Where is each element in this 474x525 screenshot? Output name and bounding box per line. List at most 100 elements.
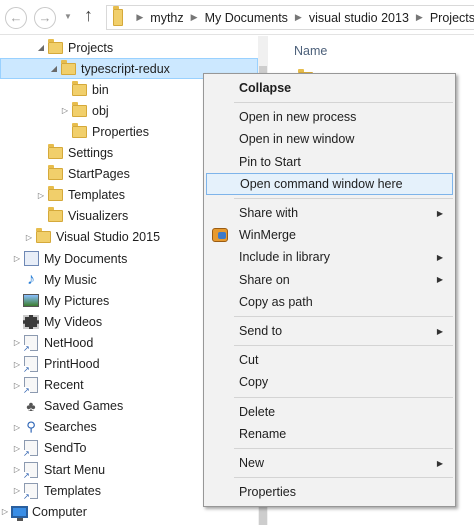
collapsed-arrow-icon[interactable]: ▷ xyxy=(12,360,22,369)
menu-item-label: Open command window here xyxy=(240,176,403,191)
breadcrumb-separator-icon[interactable]: ▶ xyxy=(416,12,423,23)
tree-item-projects[interactable]: ◢ Projects xyxy=(0,37,258,58)
up-button[interactable]: ↑ xyxy=(84,5,93,26)
folder-icon xyxy=(47,38,63,54)
menu-item-copy-as-path[interactable]: Copy as path xyxy=(206,291,453,313)
collapsed-arrow-icon[interactable]: ▷ xyxy=(12,254,22,263)
menu-item-delete[interactable]: Delete xyxy=(206,401,453,423)
breadcrumb-my-documents[interactable]: My Documents xyxy=(205,11,288,25)
arrow-right-icon: → xyxy=(38,10,52,25)
forward-button[interactable]: → xyxy=(34,7,56,29)
collapsed-arrow-icon[interactable]: ▷ xyxy=(12,423,22,432)
tree-item-icon-wrap xyxy=(59,59,77,75)
pictures-icon xyxy=(23,294,39,308)
menu-item-share-on[interactable]: Share on ▶ xyxy=(206,269,453,291)
arrow-left-icon: ← xyxy=(9,10,23,25)
tree-item-label: typescript-redux xyxy=(81,61,170,76)
folder-icon xyxy=(47,186,63,202)
submenu-arrow-icon: ▶ xyxy=(436,252,443,262)
collapsed-arrow-icon[interactable]: ▷ xyxy=(12,338,22,347)
tree-item-icon-wrap xyxy=(46,144,64,159)
shortcut-folder-icon xyxy=(23,461,38,480)
menu-separator xyxy=(234,102,453,104)
tree-item-icon-wrap xyxy=(22,482,40,501)
collapsed-arrow-icon[interactable]: ▷ xyxy=(24,233,34,242)
menu-item-label: Open in new window xyxy=(239,132,355,147)
breadcrumb-projects[interactable]: Projects xyxy=(430,11,474,25)
menu-item-cut[interactable]: Cut xyxy=(206,349,453,371)
column-header-name[interactable]: Name xyxy=(294,44,327,58)
tree-item-label: Start Menu xyxy=(44,462,106,477)
menu-item-label: Open in new process xyxy=(239,110,357,125)
menu-item-include-in-library[interactable]: Include in library ▶ xyxy=(206,246,453,268)
menu-separator xyxy=(234,198,453,199)
tree-item-label: Visual Studio 2015 xyxy=(56,230,161,245)
address-bar[interactable]: ▶ mythz ▶ My Documents ▶ visual studio 2013 ▶ P… xyxy=(106,5,474,30)
tree-item-icon-wrap xyxy=(22,377,40,396)
menu-item-open-in-new-window[interactable]: Open in new window xyxy=(206,128,453,150)
tree-item-icon-wrap xyxy=(46,207,64,223)
tree-item-label: PrintHood xyxy=(44,357,100,371)
tree-item-icon-wrap: ♣ xyxy=(22,398,40,414)
folder-icon xyxy=(47,207,63,223)
back-button[interactable]: ← xyxy=(5,7,27,29)
menu-item-copy[interactable]: Copy xyxy=(206,371,453,393)
menu-item-label: Delete xyxy=(239,404,276,419)
expanded-arrow-icon[interactable]: ◢ xyxy=(36,43,46,52)
videos-icon xyxy=(23,314,39,329)
breadcrumb-separator-icon[interactable]: ▶ xyxy=(191,12,198,23)
tree-item-label: Templates xyxy=(68,188,125,203)
tree-item-label: My Documents xyxy=(44,251,128,266)
expanded-arrow-icon[interactable]: ◢ xyxy=(49,64,59,73)
tree-item-icon-wrap xyxy=(22,461,40,480)
tree-item-label: My Videos xyxy=(44,314,103,329)
breadcrumb-mythz[interactable]: mythz xyxy=(150,11,183,25)
collapsed-arrow-icon[interactable]: ▷ xyxy=(60,106,70,115)
submenu-arrow-icon: ▶ xyxy=(436,326,443,336)
menu-item-send-to[interactable]: Send to ▶ xyxy=(206,320,453,342)
context-menu: Collapse Open in new process Open in new w… xyxy=(203,73,456,507)
tree-item-label: StartPages xyxy=(68,167,130,182)
menu-separator xyxy=(234,345,453,347)
folder-icon xyxy=(47,165,63,181)
computer-icon xyxy=(10,505,28,521)
menu-item-label: Include in library xyxy=(239,250,331,265)
menu-item-pin-to-start[interactable]: Pin to Start xyxy=(206,151,453,173)
collapsed-arrow-icon[interactable]: ▷ xyxy=(0,507,10,516)
menu-item-open-command-window-here[interactable]: Open command window here xyxy=(206,172,453,195)
collapsed-arrow-icon[interactable]: ▷ xyxy=(12,444,22,453)
menu-item-label: WinMerge xyxy=(239,228,296,243)
shortcut-folder-icon xyxy=(23,377,38,396)
menu-item-rename[interactable]: Rename xyxy=(206,423,453,445)
collapsed-arrow-icon[interactable]: ▷ xyxy=(36,191,46,200)
menu-item-new[interactable]: New ▶ xyxy=(206,452,453,474)
menu-item-label: Rename xyxy=(239,426,287,441)
arrow-up-icon: ↑ xyxy=(84,5,93,25)
menu-item-winmerge[interactable]: WinMerge xyxy=(206,224,453,246)
tree-item-label: bin xyxy=(92,82,109,97)
menu-item-properties[interactable]: Properties xyxy=(206,481,453,503)
tree-item-icon-wrap xyxy=(22,314,40,329)
tree-item-label: Searches xyxy=(44,420,97,435)
breadcrumb-separator-icon[interactable]: ▶ xyxy=(295,12,302,23)
tree-item-icon-wrap xyxy=(46,186,64,202)
tree-item-label: Visualizers xyxy=(68,209,129,224)
menu-item-share-with[interactable]: Share with ▶ xyxy=(206,202,453,224)
breadcrumb-visual-studio-2013[interactable]: visual studio 2013 xyxy=(309,11,409,25)
tree-item-label: NetHood xyxy=(44,335,94,350)
music-note-icon: ♪ xyxy=(27,270,35,288)
menu-item-open-in-new-process[interactable]: Open in new process xyxy=(206,106,453,128)
collapsed-arrow-icon[interactable]: ▷ xyxy=(12,381,22,390)
submenu-arrow-icon: ▶ xyxy=(436,275,443,285)
breadcrumb-separator-icon[interactable]: ▶ xyxy=(136,12,143,23)
menu-item-label: Copy xyxy=(239,375,269,390)
collapsed-arrow-icon[interactable]: ▷ xyxy=(12,465,22,474)
tree-item-label: Computer xyxy=(32,504,87,519)
tree-item-icon-wrap xyxy=(46,38,64,54)
tree-item-label: Projects xyxy=(68,40,114,55)
tree-item-icon-wrap xyxy=(70,101,88,117)
collapsed-arrow-icon[interactable]: ▷ xyxy=(12,486,22,495)
recent-locations-button[interactable]: ▼ xyxy=(64,12,72,21)
menu-item-collapse[interactable]: Collapse xyxy=(206,77,453,99)
tree-item-icon-wrap xyxy=(70,122,88,138)
